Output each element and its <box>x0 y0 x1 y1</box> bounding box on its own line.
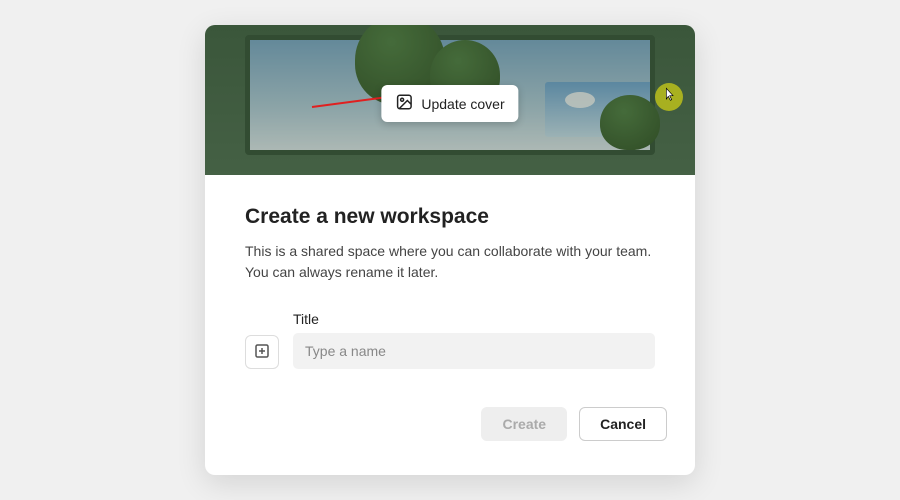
title-field-row: Title <box>245 311 655 369</box>
title-label: Title <box>293 311 655 327</box>
dialog-content: Create a new workspace This is a shared … <box>205 175 695 389</box>
title-input[interactable] <box>293 333 655 369</box>
image-icon <box>395 93 413 114</box>
create-workspace-dialog: Update cover Create a new workspace This… <box>205 25 695 475</box>
dialog-subtitle: This is a shared space where you can col… <box>245 241 655 283</box>
update-cover-button[interactable]: Update cover <box>381 85 518 122</box>
dialog-title: Create a new workspace <box>245 205 655 229</box>
update-cover-label: Update cover <box>421 96 504 112</box>
cancel-button[interactable]: Cancel <box>579 407 667 441</box>
create-button[interactable]: Create <box>481 407 567 441</box>
add-icon-button[interactable] <box>245 335 279 369</box>
cover-area: Update cover <box>205 25 695 175</box>
cursor-indicator <box>655 83 683 111</box>
plus-icon <box>253 342 271 363</box>
dialog-actions: Create Cancel <box>205 389 695 463</box>
pointer-icon <box>661 87 677 108</box>
